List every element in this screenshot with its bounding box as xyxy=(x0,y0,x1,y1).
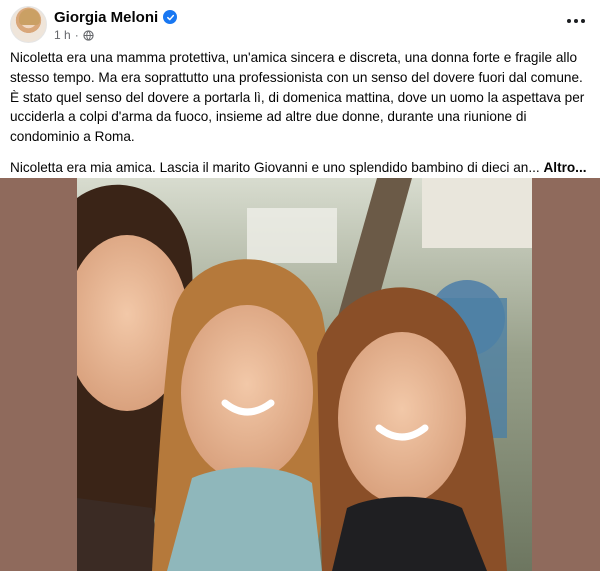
author-name[interactable]: Giorgia Meloni xyxy=(54,9,158,26)
post-header: Giorgia Meloni 1 h · xyxy=(10,6,590,46)
post-paragraph-1: Nicoletta era una mamma protettiva, un'a… xyxy=(10,50,585,145)
facebook-post: Giorgia Meloni 1 h · Nicoletta era una m… xyxy=(0,0,600,571)
meta-separator: · xyxy=(74,28,79,42)
verified-badge-icon xyxy=(163,10,178,24)
post-meta: 1 h · xyxy=(54,28,94,42)
more-options-icon[interactable] xyxy=(564,12,588,30)
post-paragraph-2-text: Nicoletta era mia amica. Lascia il marit… xyxy=(10,159,540,175)
author-line: Giorgia Meloni xyxy=(54,8,178,26)
selfie-photo[interactable] xyxy=(77,178,532,571)
post-time[interactable]: 1 h xyxy=(54,28,71,42)
post-media[interactable] xyxy=(0,178,600,571)
post-text: Nicoletta era una mamma protettiva, un'a… xyxy=(10,48,594,178)
see-more-link[interactable]: Altro... xyxy=(543,160,586,175)
author-avatar[interactable] xyxy=(10,6,47,43)
post-paragraph-2: Nicoletta era mia amica. Lascia il marit… xyxy=(10,158,594,178)
globe-icon[interactable] xyxy=(83,29,94,41)
